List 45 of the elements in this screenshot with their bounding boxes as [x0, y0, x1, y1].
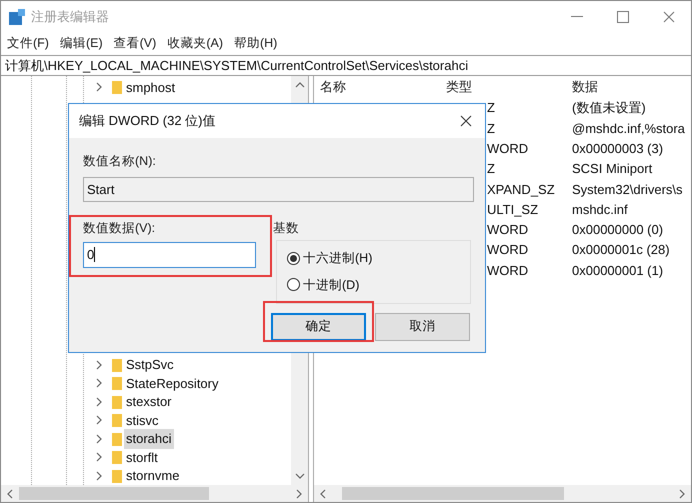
radio-label[interactable]: 十六进制(H) — [303, 248, 372, 268]
table-cell-text: SCSI Miniport — [572, 160, 652, 178]
table-cell-text: mshdc.inf — [572, 200, 628, 219]
field-label: 数值名称(N): — [83, 153, 157, 170]
table-cell-text: Z — [487, 99, 496, 118]
menu-item[interactable]: 文件(F) — [7, 34, 49, 53]
tree-item[interactable]: storflt — [124, 448, 160, 467]
dialog-button[interactable]: 取消 — [375, 312, 470, 340]
dialog-button[interactable]: 确定 — [271, 312, 366, 340]
dialog-title: 编辑 DWORD (32 位)值 — [79, 112, 216, 130]
table-cell-text: WORD — [487, 140, 530, 158]
table-cell-text: ULTI_SZ — [487, 200, 540, 219]
table-cell-text: WORD — [487, 241, 530, 260]
menu-item[interactable]: 收藏夹(A) — [167, 34, 223, 53]
tree-item[interactable]: SstpSvc — [124, 355, 176, 374]
table-cell-text: 0x00000003 (3) — [572, 140, 664, 158]
address-bar[interactable]: 计算机\HKEY_LOCAL_MACHINE\SYSTEM\CurrentControlSet\Services\storahci — [1, 55, 691, 76]
column-header[interactable]: 类型 — [446, 77, 572, 97]
window-title: 注册表编辑器 — [31, 8, 109, 26]
value-field[interactable]: 0 — [83, 242, 256, 268]
tree-item[interactable]: stisvc — [124, 410, 160, 430]
table-cell-text: WORD — [487, 221, 530, 240]
menu-item[interactable]: 编辑(E) — [60, 34, 103, 53]
menu-item[interactable]: 帮助(H) — [234, 34, 278, 53]
tree-item[interactable]: stexstor — [124, 392, 174, 412]
menu-item[interactable]: 查看(V) — [114, 34, 156, 53]
table-cell-text: XPAND_SZ — [487, 180, 556, 199]
table-cell-text: @mshdc.inf,%stora — [572, 120, 685, 138]
column-header[interactable]: 名称 — [320, 77, 446, 97]
tree-item[interactable]: storahci — [124, 429, 174, 448]
table-cell-text: (数值未设置) — [572, 99, 646, 118]
name-field[interactable]: Start — [83, 176, 474, 202]
tree-item[interactable]: stornvme — [124, 466, 182, 486]
radio-label[interactable]: 十进制(D) — [303, 276, 360, 294]
column-header[interactable]: 数据 — [572, 77, 598, 97]
table-cell-text: WORD — [487, 262, 530, 280]
table-cell-text: Z — [487, 160, 496, 178]
tree-item[interactable]: smphost — [124, 78, 178, 97]
table-cell-text: Z — [487, 120, 496, 138]
table-cell-text: 0x00000001 (1) — [572, 262, 664, 280]
field-label: 数值数据(V): — [83, 220, 156, 237]
table-cell-text: 0x00000000 (0) — [572, 221, 664, 240]
tree-item[interactable]: StateRepository — [124, 374, 220, 393]
table-cell-text: System32\drivers\s — [572, 180, 683, 199]
table-cell-text: 0x0000001c (28) — [572, 241, 670, 260]
